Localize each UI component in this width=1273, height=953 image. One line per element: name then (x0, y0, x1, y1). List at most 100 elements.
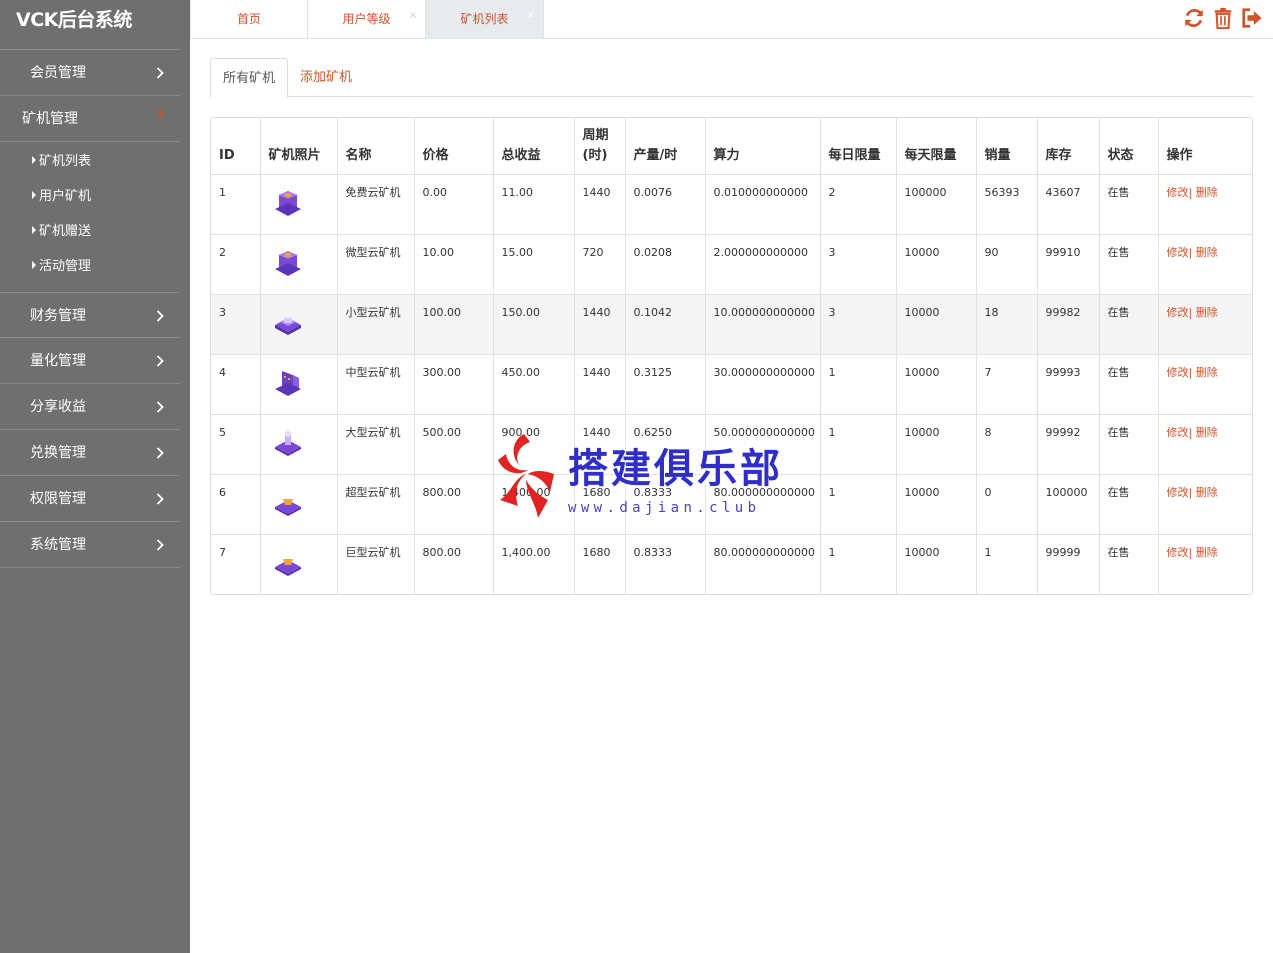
chevron-right-icon (154, 338, 166, 384)
delete-link[interactable]: 删除 (1196, 366, 1218, 379)
tab-label: 矿机列表 (460, 12, 509, 26)
submenu-miners: 矿机列表 用户矿机 矿机赠送 活动管理 (0, 142, 190, 292)
sidebar-subitem-miner-list[interactable]: 矿机列表 (0, 144, 190, 179)
miner-photo (274, 191, 301, 216)
sidebar-subitem-activities[interactable]: 活动管理 (0, 249, 190, 284)
edit-link[interactable]: 修改 (1167, 546, 1189, 559)
edit-link[interactable]: 修改 (1167, 306, 1189, 319)
sidebar: VCK后台系统 会员管理 矿机管理 矿机列表 用户矿机 矿机赠送 活动管理 财务… (0, 0, 190, 953)
cell-id: 7 (211, 534, 261, 594)
cell-daily-limit: 1 (820, 474, 897, 535)
cell-photo (260, 534, 338, 594)
column-header-period: 周期 (时) (574, 118, 626, 175)
chevron-right-icon (154, 522, 166, 568)
cell-sold: 90 (976, 234, 1038, 295)
chevron-right-icon (154, 430, 166, 476)
edit-link[interactable]: 修改 (1167, 426, 1189, 439)
sidebar-subitem-user-miners[interactable]: 用户矿机 (0, 179, 190, 214)
cell-output: 0.1042 (625, 294, 706, 355)
cell-sold: 0 (976, 474, 1038, 535)
sidebar-item-miners[interactable]: 矿机管理 (0, 96, 180, 142)
chevron-right-icon (154, 50, 166, 96)
table-row: 4 中型云矿机 300.00 450.00 1440 0.3125 30.000000000… (211, 354, 1252, 415)
sidebar-item-share-income[interactable]: 分享收益 (0, 384, 180, 430)
tab-user-levels[interactable]: 用户等级 × (308, 0, 426, 38)
delete-link[interactable]: 删除 (1196, 306, 1218, 319)
cell-period: 1680 (574, 474, 626, 535)
sidebar-subitem-miner-gift[interactable]: 矿机赠送 (0, 214, 190, 249)
delete-link[interactable]: 删除 (1196, 246, 1218, 259)
sidebar-item-finance[interactable]: 财务管理 (0, 292, 180, 338)
cell-daily-limit: 1 (820, 534, 897, 594)
cell-hashrate: 80.000000000000 (705, 534, 821, 594)
edit-link[interactable]: 修改 (1167, 246, 1189, 259)
cell-actions: 修改| 删除 (1158, 294, 1252, 355)
cell-id: 3 (211, 294, 261, 355)
delete-link[interactable]: 删除 (1196, 186, 1218, 199)
cell-output: 0.0076 (625, 174, 706, 235)
cell-name: 免费云矿机 (337, 174, 415, 235)
tab-add-miner[interactable]: 添加矿机 (288, 58, 364, 97)
cell-status: 在售 (1099, 414, 1159, 475)
cell-name: 小型云矿机 (337, 294, 415, 355)
delete-link[interactable]: 删除 (1196, 546, 1218, 559)
cell-photo (260, 474, 338, 535)
edit-link[interactable]: 修改 (1167, 486, 1189, 499)
cell-total-income: 1,400.00 (493, 474, 575, 535)
edit-link[interactable]: 修改 (1167, 366, 1189, 379)
top-tab-bar: 首页 用户等级 × 矿机列表 × (190, 0, 1273, 39)
delete-link[interactable]: 删除 (1196, 426, 1218, 439)
sidebar-item-system[interactable]: 系统管理 (0, 522, 180, 568)
table-row: 7 巨型云矿机 800.00 1,400.00 1680 0.8333 80.0000000… (211, 534, 1252, 594)
cell-id: 5 (211, 414, 261, 475)
action-separator: | (1188, 186, 1193, 199)
cell-sold: 1 (976, 534, 1038, 594)
cell-price: 100.00 (414, 294, 494, 355)
close-icon[interactable]: × (409, 0, 417, 35)
cell-status: 在售 (1099, 354, 1159, 415)
cell-sold: 7 (976, 354, 1038, 415)
sidebar-item-quant[interactable]: 量化管理 (0, 338, 180, 384)
cell-actions: 修改| 删除 (1158, 354, 1252, 415)
cell-period: 1440 (574, 174, 626, 235)
miner-photo (274, 559, 301, 576)
period-header-line1: 周期 (582, 128, 609, 143)
cell-photo (260, 414, 338, 475)
cell-stock: 99993 (1037, 354, 1100, 415)
cell-id: 6 (211, 474, 261, 535)
cell-hashrate: 50.000000000000 (705, 414, 821, 475)
cell-price: 500.00 (414, 414, 494, 475)
chevron-down-icon (154, 91, 166, 137)
delete-link[interactable]: 删除 (1196, 486, 1218, 499)
cell-perday-limit: 10000 (896, 354, 977, 415)
toolbar (1182, 5, 1263, 31)
cell-actions: 修改| 删除 (1158, 414, 1252, 475)
tab-all-miners[interactable]: 所有矿机 (210, 58, 289, 98)
caret-right-icon (32, 226, 36, 234)
sidebar-subitem-label: 矿机赠送 (39, 224, 92, 239)
close-icon[interactable]: × (527, 0, 535, 35)
action-separator: | (1188, 546, 1193, 559)
sidebar-subitem-label: 活动管理 (39, 259, 92, 274)
trash-icon[interactable] (1211, 5, 1234, 31)
logout-icon[interactable] (1240, 5, 1263, 31)
edit-link[interactable]: 修改 (1167, 186, 1189, 199)
column-header: ID (211, 118, 261, 175)
action-separator: | (1188, 306, 1193, 319)
cell-period: 1440 (574, 354, 626, 415)
caret-right-icon (32, 261, 36, 269)
sidebar-item-exchange[interactable]: 兑换管理 (0, 430, 180, 476)
miner-photo (274, 499, 301, 516)
refresh-icon[interactable] (1182, 5, 1205, 31)
caret-right-icon (32, 156, 36, 164)
column-header: 产量/时 (625, 118, 706, 175)
cell-price: 800.00 (414, 534, 494, 594)
tab-home[interactable]: 首页 (190, 0, 308, 38)
sidebar-item-members[interactable]: 会员管理 (0, 50, 180, 96)
action-separator: | (1188, 246, 1193, 259)
content-tabs: 所有矿机 添加矿机 (210, 58, 1253, 98)
tab-miner-list[interactable]: 矿机列表 × (426, 0, 544, 38)
sidebar-item-permissions[interactable]: 权限管理 (0, 476, 180, 522)
action-separator: | (1188, 486, 1193, 499)
chevron-right-icon (154, 384, 166, 430)
